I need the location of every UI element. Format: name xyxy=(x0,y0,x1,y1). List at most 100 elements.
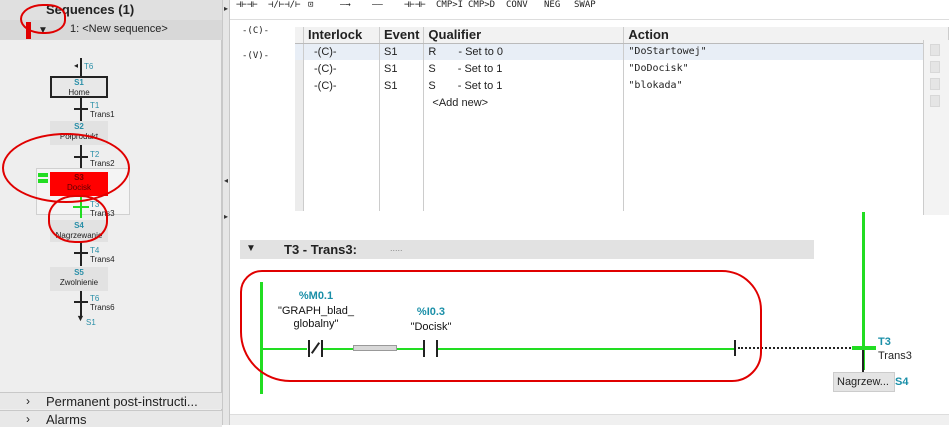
cell-action[interactable]: "DoStartowej" xyxy=(623,43,949,60)
toolbar-button-contact[interactable]: ⊣⊢⊣⊢ xyxy=(236,0,258,10)
interlock-symbols: -(C)- -(V)- xyxy=(230,26,290,86)
cell-interlock[interactable]: -(C)- xyxy=(303,60,380,77)
row-marker xyxy=(930,78,940,90)
pane-splitter[interactable]: ▸ ◂ ▸ xyxy=(222,0,230,425)
row-header-cell[interactable] xyxy=(295,94,304,111)
collapse-triangle-icon[interactable]: ▼ xyxy=(246,243,256,254)
step-label: Home xyxy=(68,88,90,97)
cell-event[interactable]: S1 xyxy=(379,60,425,77)
cell-action[interactable]: "DoDocisk" xyxy=(623,60,949,77)
horizontal-scrollbar[interactable] xyxy=(230,414,949,425)
step-label: Zwolnienie xyxy=(59,278,99,287)
panel-alarms[interactable]: › Alarms xyxy=(0,410,222,427)
toolbar-button-cmp-d[interactable]: CMP>D xyxy=(468,0,495,10)
transition-label: Trans4 xyxy=(90,255,115,264)
arrow-left-icon[interactable]: ◂ xyxy=(224,176,228,185)
empty-cell xyxy=(423,111,625,211)
step-id: S5 xyxy=(74,268,84,277)
interlock-v-symbol[interactable]: -(V)- xyxy=(242,51,269,61)
table-row[interactable]: -(C)- S1 S - Set to 1 "blokada" xyxy=(295,77,949,94)
action-table-header: Interlock Event Qualifier Action xyxy=(295,27,949,44)
cell-action[interactable]: "blokada" xyxy=(623,77,949,94)
toolbar-button-swap[interactable]: SWAP xyxy=(574,0,596,10)
toolbar-button-conv[interactable]: CONV xyxy=(506,0,528,10)
next-step-id: S4 xyxy=(895,376,909,388)
cell-interlock[interactable]: -(C)- xyxy=(303,43,380,60)
transition-bar[interactable] xyxy=(74,301,88,303)
toolbar-button-box[interactable]: ⊡ xyxy=(308,0,313,10)
transition-bar-active[interactable] xyxy=(852,346,876,350)
sequence-navigator: Sequences (1) ▼ 1: <New sequence> T6 ◂ S… xyxy=(0,0,222,427)
network-comment[interactable]: ..... xyxy=(390,243,403,253)
transition-bar[interactable] xyxy=(74,252,88,254)
transition-id: T4 xyxy=(90,246,100,255)
cell-qualifier[interactable]: S - Set to 1 xyxy=(423,60,625,77)
row-header-cell[interactable] xyxy=(295,77,304,94)
annotation-circle xyxy=(20,4,66,34)
add-new-link[interactable]: <Add new> xyxy=(423,94,625,111)
toolbar-button-neg[interactable]: NEG xyxy=(544,0,560,10)
col-event[interactable]: Event xyxy=(379,27,425,44)
toolbar-button-cmp-i[interactable]: CMP>I xyxy=(436,0,463,10)
sequence-link xyxy=(862,350,864,372)
qualifier-desc: - Set to 1 xyxy=(457,79,503,92)
bottom-panels: › Permanent post-instructi... › Alarms xyxy=(0,392,222,427)
row-marker xyxy=(930,61,940,73)
transition-id: T1 xyxy=(90,101,100,110)
action-table: Interlock Event Qualifier Action -(C)- S… xyxy=(295,27,949,211)
row-header-cell[interactable] xyxy=(295,60,304,77)
toolbar-button-line[interactable]: —— xyxy=(372,0,383,10)
jump-target: S1 xyxy=(86,318,96,327)
transition-label: Trans1 xyxy=(90,110,115,119)
cell-interlock[interactable] xyxy=(303,94,380,111)
qualifier-desc: - Set to 1 xyxy=(457,62,503,75)
jump-label-top: T6 xyxy=(84,62,93,71)
transition-id: T6 xyxy=(90,294,100,303)
cell-action[interactable] xyxy=(623,94,949,111)
arrow-right-icon[interactable]: ▸ xyxy=(224,212,228,221)
arrow-right-icon[interactable]: ▸ xyxy=(224,4,228,13)
row-header-cell[interactable] xyxy=(295,43,304,60)
transition-bar[interactable] xyxy=(74,108,88,110)
empty-cell xyxy=(379,111,425,211)
step-s5[interactable]: S5 Zwolnienie xyxy=(50,267,108,291)
transition-t1[interactable]: T1 Trans1 xyxy=(90,101,115,119)
row-marker xyxy=(930,95,940,107)
transition-t6[interactable]: T6 Trans6 xyxy=(90,294,115,312)
side-scroll-area[interactable] xyxy=(923,40,949,215)
cell-event[interactable]: S1 xyxy=(379,43,425,60)
qualifier-desc: - Set to 0 xyxy=(458,45,503,58)
table-row-add-new[interactable]: <Add new> xyxy=(295,94,949,111)
transition-label: Trans6 xyxy=(90,303,115,312)
col-interlock[interactable]: Interlock xyxy=(303,27,380,44)
annotation-circle xyxy=(2,133,130,203)
panel-permanent-post-instructions[interactable]: › Permanent post-instructi... xyxy=(0,392,222,409)
step-id: S2 xyxy=(74,122,84,131)
row-marker xyxy=(930,44,940,56)
toolbar-button-assign[interactable]: —→ xyxy=(340,0,351,10)
cell-event[interactable]: S1 xyxy=(379,77,425,94)
transition-t4[interactable]: T4 Trans4 xyxy=(90,246,115,264)
cell-interlock[interactable]: -(C)- xyxy=(303,77,380,94)
table-row[interactable]: -(C)- S1 R- Set to 0 "DoStartowej" xyxy=(295,43,949,60)
network-header[interactable]: ▼ T3 - Trans3: ..... xyxy=(240,240,814,259)
cell-qualifier[interactable]: S - Set to 1 xyxy=(423,77,625,94)
row-header-cell xyxy=(295,27,304,44)
sequence-link xyxy=(80,58,82,76)
next-step-box[interactable]: Nagrzew... xyxy=(833,372,895,392)
interlock-c-symbol[interactable]: -(C)- xyxy=(242,26,269,36)
panel-label: Permanent post-instructi... xyxy=(46,394,198,409)
table-row[interactable]: -(C)- S1 S - Set to 1 "DoDocisk" xyxy=(295,60,949,77)
toolbar-button-branch[interactable]: ⊣⊢⊣⊢ xyxy=(404,0,426,10)
col-action[interactable]: Action xyxy=(623,27,949,44)
col-qualifier[interactable]: Qualifier xyxy=(423,27,625,44)
annotation-circle xyxy=(240,270,762,382)
table-row-empty xyxy=(295,111,949,211)
cell-qualifier[interactable]: R- Set to 0 xyxy=(423,43,625,60)
annotation-circle xyxy=(48,195,108,243)
cell-event[interactable] xyxy=(379,94,425,111)
qualifier-code: S xyxy=(428,62,436,75)
empty-cell xyxy=(623,111,949,211)
toolbar-button-neg-contact[interactable]: ⊣/⊢⊣/⊢ xyxy=(268,0,301,10)
step-s1[interactable]: S1 Home xyxy=(50,76,108,98)
